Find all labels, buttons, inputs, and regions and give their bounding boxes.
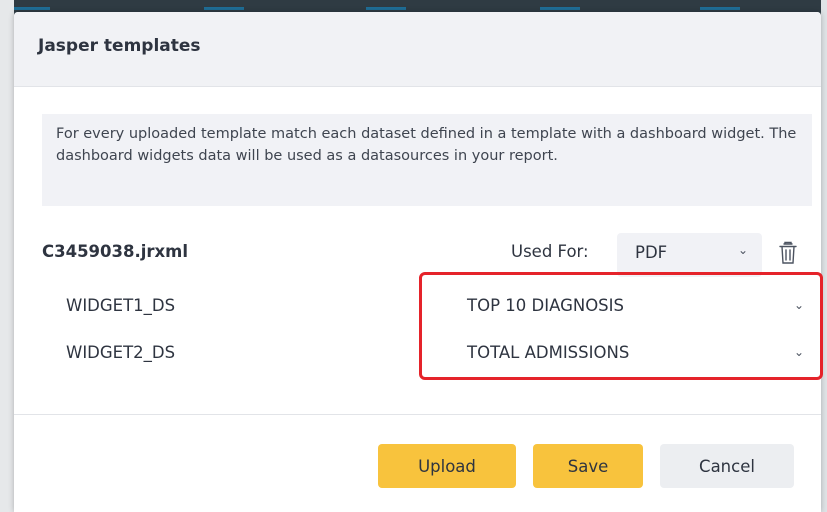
backdrop-accent [366, 7, 406, 10]
info-message: For every uploaded template match each d… [42, 114, 812, 206]
highlight-annotation [419, 272, 823, 380]
backdrop-right-edge [821, 0, 827, 512]
backdrop-topbar [0, 0, 827, 12]
backdrop-accent [204, 7, 244, 10]
dialog-title: Jasper templates [38, 36, 201, 56]
footer-divider [14, 414, 821, 415]
used-for-select[interactable]: PDF ⌄ [617, 233, 762, 277]
dialog-header: Jasper templates [14, 12, 821, 87]
backdrop-left-edge [0, 0, 14, 512]
used-for-label: Used For: [511, 242, 589, 261]
save-button[interactable]: Save [533, 444, 643, 488]
trash-icon[interactable] [778, 241, 798, 265]
chevron-down-icon: ⌄ [737, 243, 748, 257]
template-file-name: C3459038.jrxml [42, 242, 189, 261]
used-for-value: PDF [635, 243, 668, 262]
backdrop-accent [8, 7, 50, 10]
jasper-templates-dialog: Jasper templates For every uploaded temp… [14, 12, 823, 512]
dataset-name: WIDGET2_DS [66, 343, 176, 362]
backdrop-accent [540, 7, 580, 10]
cancel-button[interactable]: Cancel [660, 444, 794, 488]
upload-button[interactable]: Upload [378, 444, 516, 488]
dataset-name: WIDGET1_DS [66, 296, 176, 315]
backdrop-accent [700, 7, 740, 10]
